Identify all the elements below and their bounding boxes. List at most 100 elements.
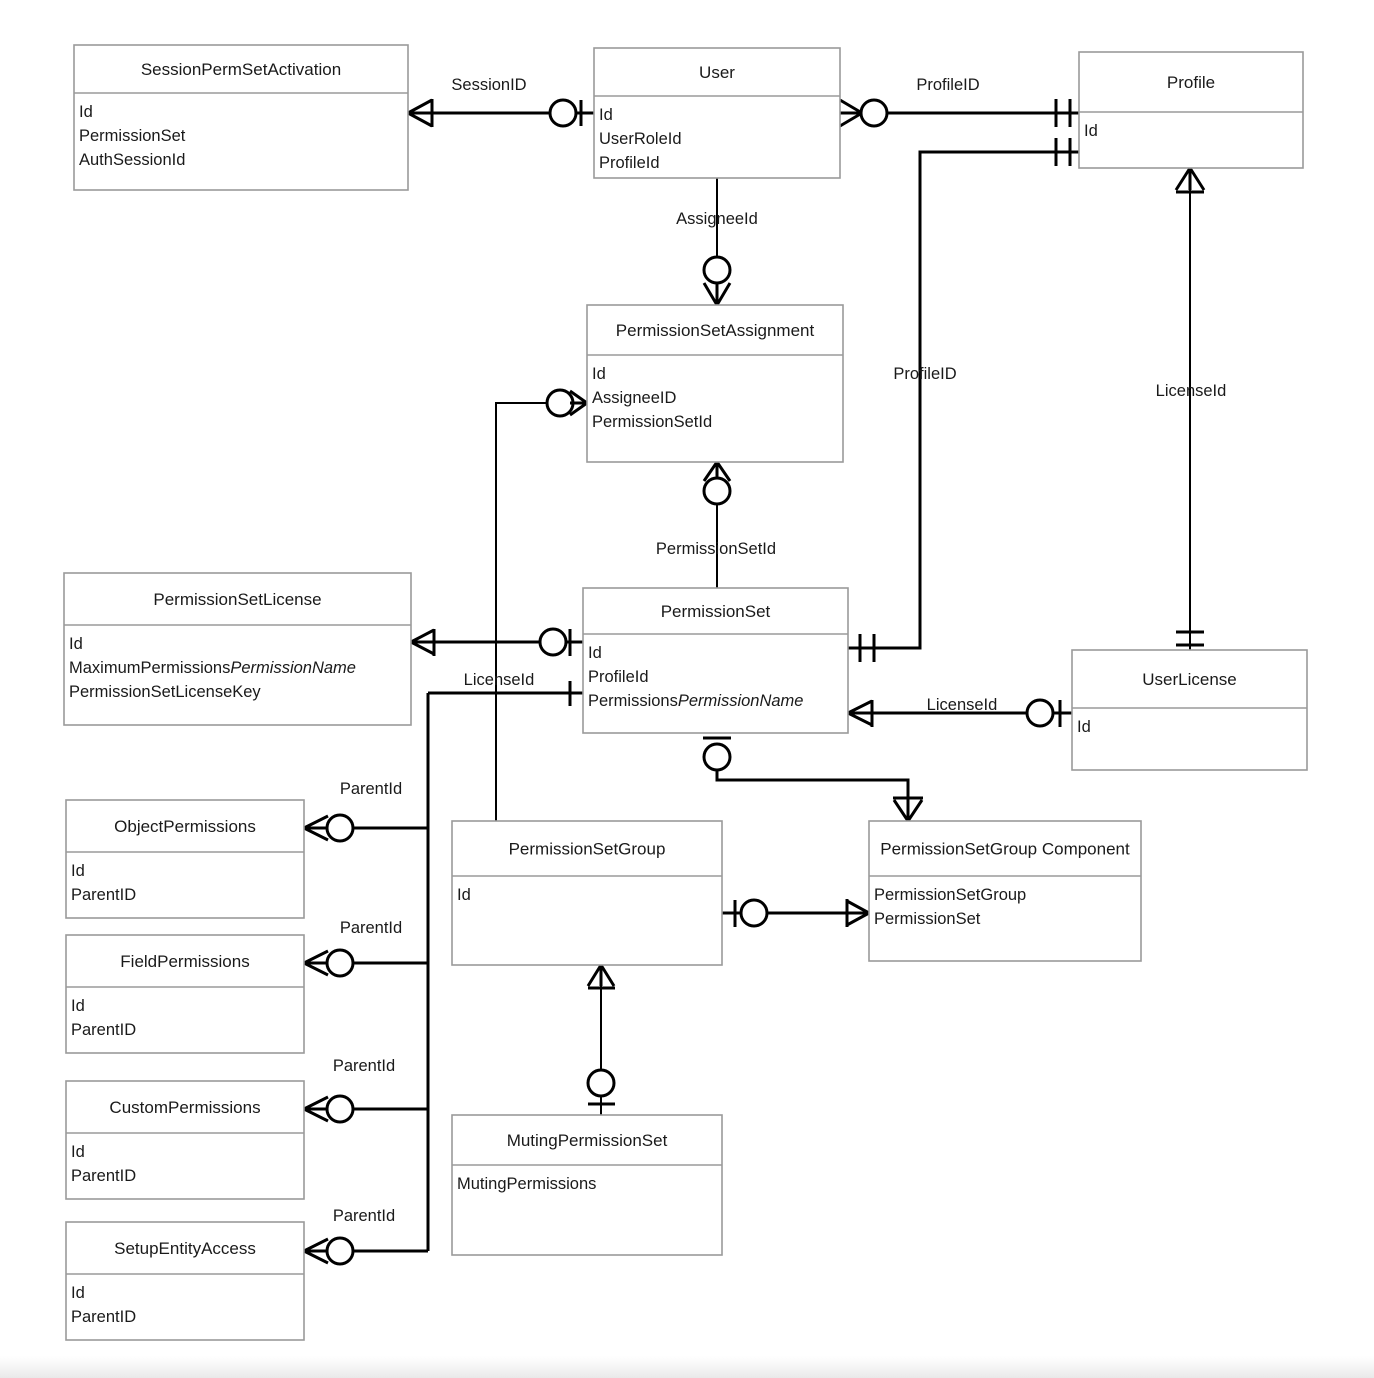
attribute-text: Id xyxy=(588,644,602,662)
attribute-text: ParentID xyxy=(71,1021,136,1039)
entity-objectpermissions[interactable]: ObjectPermissions Id ParentID xyxy=(65,799,305,919)
symbol-manyzero-setupentityaccess xyxy=(303,1236,355,1266)
symbol-zeromany-psa-top xyxy=(702,255,732,306)
symbol-many-psgc-left xyxy=(845,899,870,927)
attribute-text: Id xyxy=(71,1143,85,1161)
edge-label-rel-licenseid-psl: LicenseId xyxy=(464,671,535,689)
edge-label-rel-permissionsetid: PermissionSetId xyxy=(656,540,776,558)
entity-title: SessionPermSetActivation xyxy=(141,60,341,79)
entity-userlicense[interactable]: UserLicense Id xyxy=(1071,649,1308,771)
entity-custompermissions[interactable]: CustomPermissions Id ParentID xyxy=(65,1080,305,1200)
entity-attribute: PermissionSetGroup xyxy=(874,886,1026,904)
entity-attribute: Id xyxy=(588,644,602,662)
attribute-text: ProfileId xyxy=(588,668,649,686)
entity-attribute: Id xyxy=(592,365,606,383)
line-profileid-permset xyxy=(848,150,1079,650)
entity-user[interactable]: User Id UserRoleId ProfileId xyxy=(593,47,841,179)
attribute-text-italic: PermissionName xyxy=(230,659,356,677)
attribute-text: Id xyxy=(71,1284,85,1302)
entity-title: PermissionSetGroup xyxy=(509,840,666,859)
entity-box xyxy=(1078,51,1304,169)
edge-label-rel-parentid-setupentityaccess: ParentId xyxy=(333,1207,395,1225)
entity-sessionpermsetactivation[interactable]: SessionPermSetActivation Id PermissionSet A… xyxy=(73,44,409,191)
entity-attribute: MaximumPermissionsPermissionName xyxy=(69,659,356,677)
attribute-text: Id xyxy=(1077,718,1091,736)
line-permset-psgc xyxy=(715,762,910,821)
symbol-zeromany-profile-bottom xyxy=(1174,167,1206,194)
edge-label-rel-profileid-permset: ProfileID xyxy=(893,365,956,383)
symbol-zeroone-permset-left xyxy=(538,627,572,657)
entity-profile[interactable]: Profile Id xyxy=(1078,51,1304,169)
entity-permissionsetassignment[interactable]: PermissionSetAssignment Id AssigneeID Permi… xyxy=(586,304,844,463)
attribute-text: ParentID xyxy=(71,886,136,904)
attribute-text: ParentID xyxy=(71,1308,136,1326)
symbol-manyzero-custompermissions xyxy=(303,1094,355,1124)
entity-attribute: ParentID xyxy=(71,1021,136,1039)
entity-attribute: Id xyxy=(71,862,85,880)
attribute-text: PermissionSetId xyxy=(592,413,712,431)
entity-title: PermissionSet xyxy=(661,602,771,621)
attribute-text: PermissionSetLicenseKey xyxy=(69,683,261,701)
edge-label-rel-licenseid-userlicense: LicenseId xyxy=(927,696,998,714)
entity-title: MutingPermissionSet xyxy=(507,1131,668,1150)
attribute-text: MutingPermissions xyxy=(457,1175,596,1193)
entity-attribute: PermissionSet xyxy=(874,910,981,928)
symbol-manyzero-fieldpermissions xyxy=(303,948,355,978)
edge-label-rel-assigneeid: AssigneeId xyxy=(676,210,758,228)
symbol-manyzero-user-right xyxy=(839,98,889,128)
edge-label-rel-parentid-custompermissions: ParentId xyxy=(333,1057,395,1075)
entity-attribute: Id xyxy=(69,635,83,653)
attribute-text: MaximumPermissions xyxy=(69,659,230,677)
edge-label-rel-sessionid: SessionID xyxy=(451,76,526,94)
symbol-manyzero-objectpermissions xyxy=(303,813,355,843)
entity-title: Profile xyxy=(1167,73,1215,92)
entity-title: CustomPermissions xyxy=(109,1098,260,1117)
attribute-text: ParentID xyxy=(71,1167,136,1185)
attribute-text: Id xyxy=(71,997,85,1015)
entity-mutingpermissionset[interactable]: MutingPermissionSet MutingPermissions xyxy=(451,1114,723,1256)
entity-attribute: Id xyxy=(79,103,93,121)
entity-title: UserLicense xyxy=(1142,670,1237,689)
entity-attribute: PermissionSetLicenseKey xyxy=(69,683,261,701)
entity-title: FieldPermissions xyxy=(120,952,249,971)
symbol-zeroone-permset-bottom xyxy=(702,736,732,772)
entity-attribute: Id xyxy=(1084,122,1098,140)
symbol-many-psl-right xyxy=(410,628,436,656)
page-bottom-shadow xyxy=(0,1356,1374,1378)
symbol-many-sessionperm xyxy=(407,98,434,128)
entity-attribute: ProfileId xyxy=(599,154,660,172)
attribute-text: AuthSessionId xyxy=(79,151,185,169)
entity-attribute: AuthSessionId xyxy=(79,151,185,169)
entity-attribute: Id xyxy=(71,1143,85,1161)
entity-box xyxy=(1071,649,1308,771)
attribute-text: Id xyxy=(1084,122,1098,140)
entity-title: User xyxy=(699,63,735,82)
attribute-text-italic: PermissionName xyxy=(678,692,804,710)
entity-attribute: Id xyxy=(457,886,471,904)
symbol-many-permset-right-bottom xyxy=(847,699,874,727)
attribute-text: PermissionSet xyxy=(79,127,186,145)
er-diagram-canvas: SessionPermSetActivation Id PermissionSet A… xyxy=(0,0,1374,1378)
edge-label-rel-licenseid-profile: LicenseId xyxy=(1156,382,1227,400)
entity-fieldpermissions[interactable]: FieldPermissions Id ParentID xyxy=(65,934,305,1054)
entity-attribute: Id xyxy=(1077,718,1091,736)
entity-setupentityaccess[interactable]: SetupEntityAccess Id ParentID xyxy=(65,1221,305,1341)
entity-title: PermissionSetAssignment xyxy=(616,321,815,340)
attribute-text: Id xyxy=(599,106,613,124)
symbol-many-psgc-top xyxy=(892,796,924,822)
entity-permissionsetlicense[interactable]: PermissionSetLicense Id MaximumPermissions… xyxy=(63,572,412,726)
entity-attribute: PermissionSet xyxy=(79,127,186,145)
entity-permissionsetgroup[interactable]: PermissionSetGroup Id xyxy=(451,820,723,966)
attribute-text: Permissions xyxy=(588,692,678,710)
attribute-text: PermissionSetGroup xyxy=(874,886,1026,904)
symbol-zeroone-user-left xyxy=(548,98,583,128)
entity-permissionsetgroupcomponent[interactable]: PermissionSetGroup Component PermissionSe… xyxy=(868,820,1142,962)
er-diagram-svg: SessionPermSetActivationIdPermissionSetA… xyxy=(63,44,1308,1341)
edge-label-rel-parentid-objectpermissions: ParentId xyxy=(340,780,402,798)
attribute-text: Id xyxy=(457,886,471,904)
attribute-text: AssigneeID xyxy=(592,389,676,407)
entity-attribute: ProfileId xyxy=(588,668,649,686)
edge-label-rel-profileid-user: ProfileID xyxy=(916,76,979,94)
entity-attribute: Id xyxy=(71,997,85,1015)
entity-permissionset[interactable]: PermissionSet Id ProfileId PermissionsPermi… xyxy=(582,587,849,734)
